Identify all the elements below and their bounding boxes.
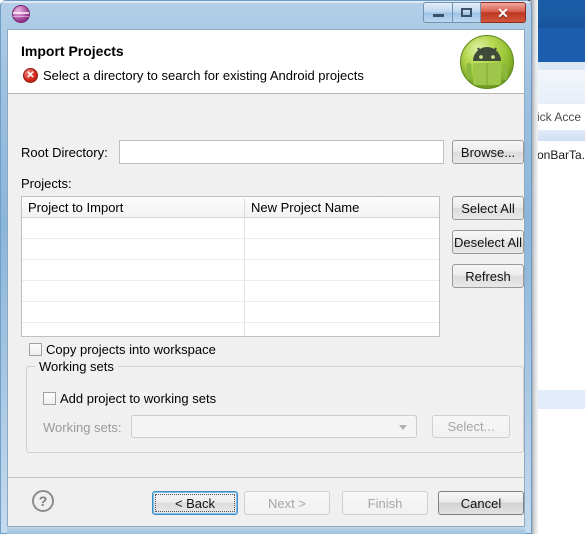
- copy-projects-checkbox[interactable]: [29, 343, 42, 356]
- close-button[interactable]: ✕: [481, 2, 526, 23]
- projects-label: Projects:: [21, 176, 72, 191]
- status-message: Select a directory to search for existin…: [43, 68, 364, 83]
- background-editor-area[interactable]: [537, 141, 585, 534]
- window-controls: ✕: [423, 2, 526, 24]
- error-icon: ✕: [23, 68, 38, 83]
- android-robot-svg: [466, 47, 508, 85]
- working-sets-select-button: Select...: [432, 415, 510, 438]
- help-icon[interactable]: ?: [32, 490, 54, 512]
- working-sets-group: [26, 366, 524, 453]
- eclipse-sphere-icon: [12, 5, 30, 23]
- back-button[interactable]: < Back: [152, 491, 238, 515]
- maximize-button[interactable]: [452, 2, 481, 23]
- browse-button[interactable]: Browse...: [452, 140, 524, 164]
- table-row[interactable]: [22, 218, 439, 239]
- table-row[interactable]: [22, 239, 439, 260]
- eclipse-sphere-band: [13, 12, 29, 14]
- cancel-button[interactable]: Cancel: [438, 491, 524, 515]
- root-directory-input[interactable]: [119, 140, 444, 164]
- column-header-new-project-name[interactable]: New Project Name: [245, 197, 439, 218]
- table-row[interactable]: [22, 302, 439, 323]
- working-sets-combo: [131, 415, 417, 438]
- wizard-header: Import Projects ✕ Select a directory to …: [8, 30, 524, 94]
- screenshot-root: ➡ ick Acce onBarTa.: [0, 0, 585, 534]
- dialog-client-area: Import Projects ✕ Select a directory to …: [7, 29, 525, 527]
- quick-access-field[interactable]: ick Acce: [537, 104, 585, 130]
- dialog-footer: ? < Back Next > Finish Cancel: [8, 478, 524, 526]
- copy-projects-label[interactable]: Copy projects into workspace: [46, 342, 216, 357]
- refresh-button[interactable]: Refresh: [452, 264, 524, 288]
- page-title: Import Projects: [21, 43, 124, 59]
- wizard-body: Root Directory: Browse... Projects: Proj…: [8, 95, 524, 477]
- next-button: Next >: [244, 491, 330, 515]
- background-titlebar-lower: [537, 28, 585, 62]
- dialog-titlebar[interactable]: ✕: [0, 0, 532, 29]
- error-icon-glyph: ✕: [26, 69, 35, 81]
- working-sets-combo-label: Working sets:: [43, 420, 122, 435]
- background-menubar: [537, 62, 585, 70]
- table-header-row: Project to Import New Project Name: [22, 197, 439, 218]
- root-directory-label: Root Directory:: [21, 145, 108, 160]
- chevron-down-icon: [399, 424, 407, 430]
- import-projects-dialog: ✕ Import Projects ✕ Select a directory t…: [0, 0, 532, 534]
- background-editor-text: onBarTa.: [537, 148, 585, 162]
- add-project-to-working-sets-label[interactable]: Add project to working sets: [60, 391, 216, 406]
- select-all-button[interactable]: Select All: [452, 196, 524, 220]
- table-row[interactable]: [22, 323, 439, 336]
- minimize-icon: [432, 14, 444, 17]
- table-row[interactable]: [22, 260, 439, 281]
- deselect-all-button[interactable]: Deselect All: [452, 230, 524, 254]
- eclipse-sphere-band-2: [13, 16, 29, 17]
- maximize-icon: [461, 8, 472, 17]
- close-icon: ✕: [497, 4, 509, 21]
- background-toolbar: ➡: [537, 70, 585, 105]
- minimize-button[interactable]: [423, 2, 452, 23]
- android-robot-icon: [460, 35, 514, 89]
- eclipse-sphere-body: [12, 5, 30, 23]
- working-sets-group-title: Working sets: [35, 359, 118, 374]
- finish-button: Finish: [342, 491, 428, 515]
- background-highlighted-row: [537, 390, 585, 409]
- column-header-project-to-import[interactable]: Project to Import: [22, 197, 244, 218]
- add-project-to-working-sets-checkbox[interactable]: [43, 392, 56, 405]
- projects-table[interactable]: Project to Import New Project Name: [21, 196, 440, 337]
- dialog-bottom-edge: [7, 527, 525, 534]
- focus-ring: [155, 494, 235, 512]
- table-row[interactable]: [22, 281, 439, 302]
